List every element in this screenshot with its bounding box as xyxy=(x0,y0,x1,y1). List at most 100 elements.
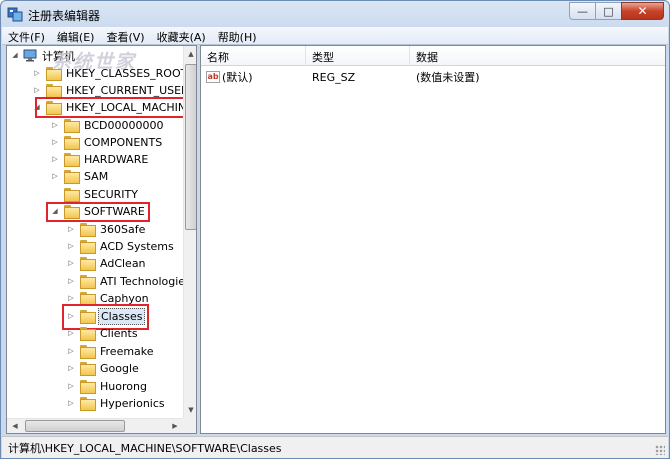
highlight-box-hklm xyxy=(35,97,183,118)
tree-node-components[interactable]: ▷ COMPONENTS xyxy=(51,134,164,151)
expand-arrow-icon[interactable]: ▷ xyxy=(67,294,75,303)
scrollbar-corner xyxy=(183,418,196,433)
scroll-left-icon[interactable]: ◀ xyxy=(7,419,23,433)
title-bar[interactable]: 注册表编辑器 — □ ✕ xyxy=(1,1,669,27)
collapse-arrow-icon[interactable]: ◢ xyxy=(11,51,19,60)
maximize-button[interactable]: □ xyxy=(595,2,621,20)
tree-node-adclean[interactable]: ▷ AdClean xyxy=(67,255,148,272)
tree-node-sam[interactable]: ▷ SAM xyxy=(51,168,110,185)
string-value-icon: ab xyxy=(206,71,220,83)
tree-node-bcd[interactable]: ▷ BCD00000000 xyxy=(51,117,166,134)
expand-arrow-icon[interactable]: ▷ xyxy=(67,347,75,356)
expand-arrow-icon[interactable]: ▷ xyxy=(67,259,75,268)
expand-arrow-icon[interactable]: ▷ xyxy=(67,329,75,338)
regedit-app-icon xyxy=(7,7,23,22)
close-button[interactable]: ✕ xyxy=(621,2,664,20)
folder-icon xyxy=(79,240,96,254)
tree-label: SECURITY xyxy=(84,188,138,201)
tree-label: HARDWARE xyxy=(84,153,149,166)
folder-icon xyxy=(63,119,80,133)
tree-label: ATI Technologie xyxy=(100,275,183,288)
column-header-data[interactable]: 数据 xyxy=(410,46,665,66)
expand-arrow-icon[interactable]: ▷ xyxy=(51,138,59,147)
tree-node-security[interactable]: SECURITY xyxy=(51,186,140,203)
folder-icon xyxy=(79,380,96,394)
scroll-thumb[interactable] xyxy=(25,420,125,432)
expand-arrow-icon[interactable]: ▷ xyxy=(51,121,59,130)
column-header-name[interactable]: 名称 xyxy=(201,46,306,66)
menu-favorites[interactable]: 收藏夹(A) xyxy=(151,27,212,45)
tree-label: 360Safe xyxy=(100,223,146,236)
scroll-thumb[interactable] xyxy=(185,64,196,230)
folder-icon xyxy=(79,362,96,376)
tree-label: Clients xyxy=(100,327,138,340)
expand-arrow-icon[interactable]: ▷ xyxy=(33,86,41,95)
tree-node-hyperionics[interactable]: ▷ Hyperionics xyxy=(67,395,167,412)
tree-label: AdClean xyxy=(100,257,146,270)
scroll-right-icon[interactable]: ▶ xyxy=(167,419,183,433)
tree-node-huorong[interactable]: ▷ Huorong xyxy=(67,378,149,395)
scroll-down-icon[interactable]: ▼ xyxy=(184,402,196,418)
folder-icon xyxy=(79,327,96,341)
column-header-type[interactable]: 类型 xyxy=(306,46,410,66)
values-list-header: 名称 类型 数据 xyxy=(201,46,665,66)
tree-label-hkcr: HKEY_CLASSES_ROOT xyxy=(66,67,183,80)
menu-file[interactable]: 文件(F) xyxy=(2,27,51,45)
expand-arrow-icon[interactable]: ▷ xyxy=(33,69,41,78)
status-bar: 计算机\HKEY_LOCAL_MACHINE\SOFTWARE\Classes xyxy=(2,436,668,458)
expand-arrow-icon[interactable]: ▷ xyxy=(67,364,75,373)
minimize-button[interactable]: — xyxy=(569,2,595,20)
status-path: 计算机\HKEY_LOCAL_MACHINE\SOFTWARE\Classes xyxy=(8,442,282,455)
folder-icon xyxy=(63,153,80,167)
tree-pane[interactable]: ◢ 计算机 系统世家 ▷ HKEY_CLASSES_ROOT ▷ HKEY_CU… xyxy=(6,45,197,434)
menu-view[interactable]: 查看(V) xyxy=(100,27,150,45)
tree-node-clients[interactable]: ▷ Clients xyxy=(67,325,140,342)
tree-node-google[interactable]: ▷ Google xyxy=(67,360,141,377)
folder-icon xyxy=(79,257,96,271)
tree-horizontal-scrollbar[interactable]: ◀ ▶ xyxy=(7,418,183,433)
tree-label: ACD Systems xyxy=(100,240,174,253)
folder-icon xyxy=(79,223,96,237)
tree-node-acd[interactable]: ▷ ACD Systems xyxy=(67,238,176,255)
values-pane[interactable]: 名称 类型 数据 ab (默认) REG_SZ (数值未设置) xyxy=(200,45,666,434)
value-data: (数值未设置) xyxy=(416,71,480,84)
menu-edit[interactable]: 编辑(E) xyxy=(51,27,101,45)
tree-label: SAM xyxy=(84,170,109,183)
registry-editor-window: 注册表编辑器 — □ ✕ 文件(F) 编辑(E) 查看(V) 收藏夹(A) 帮助… xyxy=(0,0,670,459)
folder-icon xyxy=(45,84,62,98)
folder-icon xyxy=(63,188,80,202)
folder-icon xyxy=(63,136,80,150)
window-controls: — □ ✕ xyxy=(569,2,664,20)
menu-help[interactable]: 帮助(H) xyxy=(212,27,263,45)
tree-label: COMPONENTS xyxy=(84,136,163,149)
expand-arrow-icon[interactable]: ▷ xyxy=(51,155,59,164)
folder-icon xyxy=(63,170,80,184)
scroll-up-icon[interactable]: ▲ xyxy=(184,46,196,62)
tree-vertical-scrollbar[interactable]: ▲ ▼ xyxy=(183,46,196,418)
expand-arrow-icon[interactable]: ▷ xyxy=(67,399,75,408)
expand-arrow-icon[interactable]: ▷ xyxy=(51,172,59,181)
folder-icon xyxy=(79,397,96,411)
expand-arrow-icon[interactable]: ▷ xyxy=(67,242,75,251)
expand-arrow-icon[interactable]: ▷ xyxy=(67,277,75,286)
tree-node-hkcr[interactable]: ▷ HKEY_CLASSES_ROOT xyxy=(33,65,183,82)
tree-node-freemake[interactable]: ▷ Freemake xyxy=(67,343,156,360)
folder-icon xyxy=(45,67,62,81)
menu-bar: 文件(F) 编辑(E) 查看(V) 收藏夹(A) 帮助(H) xyxy=(2,27,668,45)
tree-label-hkcu: HKEY_CURRENT_USER xyxy=(66,84,183,97)
expand-arrow-icon[interactable]: ▷ xyxy=(67,225,75,234)
expand-arrow-icon[interactable]: ▷ xyxy=(67,382,75,391)
folder-icon xyxy=(79,345,96,359)
registry-tree[interactable]: ◢ 计算机 系统世家 ▷ HKEY_CLASSES_ROOT ▷ HKEY_CU… xyxy=(7,46,183,418)
tree-node-hardware[interactable]: ▷ HARDWARE xyxy=(51,151,150,168)
value-row[interactable]: ab (默认) REG_SZ (数值未设置) xyxy=(201,68,610,86)
resize-grip-icon[interactable] xyxy=(655,445,665,455)
folder-icon xyxy=(79,275,96,289)
tree-node-ati[interactable]: ▷ ATI Technologie xyxy=(67,273,183,290)
highlight-box-software xyxy=(46,202,150,222)
tree-label: Freemake xyxy=(100,345,154,358)
window-title: 注册表编辑器 xyxy=(28,9,101,23)
tree-node-360safe[interactable]: ▷ 360Safe xyxy=(67,221,147,238)
computer-icon xyxy=(23,49,37,62)
value-name: (默认) xyxy=(222,71,253,84)
